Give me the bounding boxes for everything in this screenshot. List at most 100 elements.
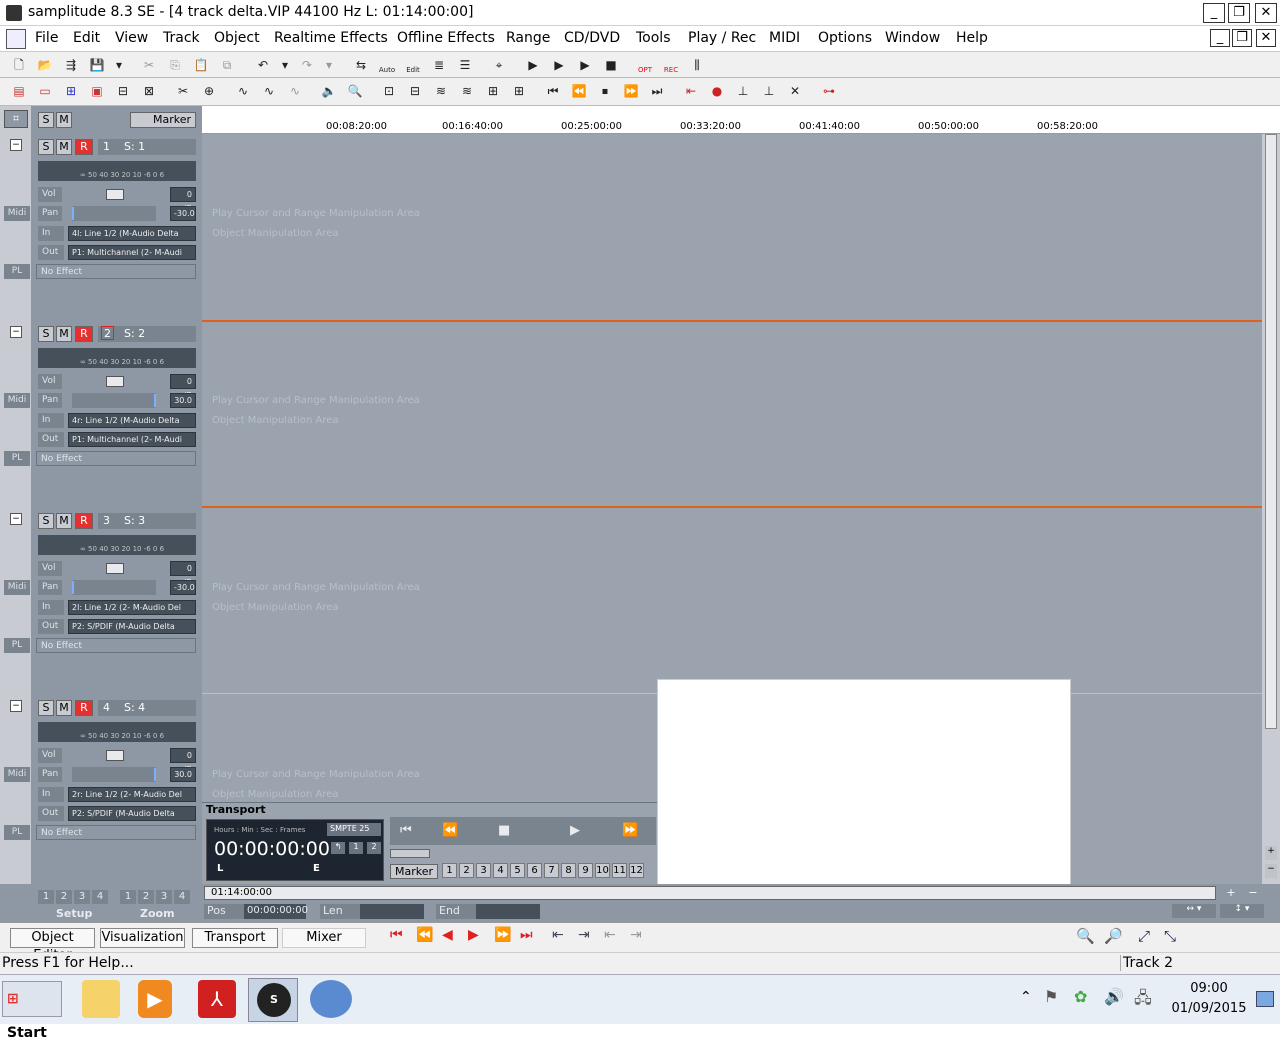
play-button-icon[interactable]: ▶	[570, 823, 580, 838]
tab-mixer[interactable]: Mixer	[282, 928, 366, 948]
track-view-icon[interactable]: ▤	[9, 81, 29, 101]
select-icon[interactable]: ▣	[87, 81, 107, 101]
global-mute-button[interactable]: M	[56, 112, 72, 128]
return-icon[interactable]: ↰	[331, 842, 345, 854]
show-hidden-icons-icon[interactable]: ⌃	[1020, 989, 1032, 1005]
setup-slot-button[interactable]: 1	[38, 890, 54, 904]
volume-icon[interactable]: 🔊	[1104, 987, 1124, 1006]
setup-slot-button[interactable]: 3	[74, 890, 90, 904]
output-select[interactable]: P1: Multichannel (2- M-Audi	[68, 245, 196, 260]
zoom-out-icon[interactable]: 🔍	[1076, 927, 1095, 945]
clock-date[interactable]: 01/09/2015	[1170, 1001, 1248, 1016]
marker-number-button[interactable]: 9	[578, 863, 593, 878]
loop-icon[interactable]: ⊶	[819, 81, 839, 101]
marker-1-icon[interactable]: ⇤	[681, 81, 701, 101]
record-arm-button[interactable]: R	[75, 326, 93, 342]
zoom-in-v-button[interactable]: +	[1265, 846, 1277, 860]
paste-special-icon[interactable]: ⧉	[217, 55, 237, 75]
volume-curve-icon[interactable]: ∿	[233, 81, 253, 101]
import-icon[interactable]: ⇶	[61, 55, 81, 75]
mixer-icon[interactable]: ⫼	[687, 55, 707, 75]
range-icon[interactable]: ▭	[35, 81, 55, 101]
zoom-out-h-button[interactable]: −	[1246, 886, 1260, 900]
rewind-icon[interactable]: ⏪	[442, 823, 458, 838]
vol-slider[interactable]	[72, 374, 156, 389]
marker-nav-1-icon[interactable]: ⇤	[552, 927, 564, 943]
menu-cd-dvd[interactable]: CD/DVD	[564, 30, 620, 46]
save-dropdown-icon[interactable]: ▾	[109, 55, 129, 75]
stop-icon[interactable]: ■	[601, 55, 621, 75]
time-mode-select[interactable]: SMPTE 25	[327, 823, 381, 836]
time-display[interactable]: Hours : Min : Sec : Frames SMPTE 25 00:0…	[206, 819, 384, 881]
rewind-start-icon[interactable]: ⏮	[400, 823, 412, 838]
marker-3-icon[interactable]: ⊥	[733, 81, 753, 101]
output-select[interactable]: P2: S/PDIF (M-Audio Delta	[68, 806, 196, 821]
zoom-tool-icon[interactable]: ⊕	[199, 81, 219, 101]
vol-value[interactable]: 0 dB	[170, 561, 196, 587]
midi-button[interactable]: Midi	[4, 206, 30, 221]
zoom-fit-icon[interactable]: ⤢	[1138, 927, 1150, 945]
menu-object[interactable]: Object	[214, 30, 260, 46]
cut-icon[interactable]: ✂	[139, 55, 159, 75]
zoom-in-h-button[interactable]: +	[1224, 886, 1238, 900]
track-name-field[interactable]: 3 S: 3	[98, 513, 196, 529]
goto-start-icon[interactable]: ⏮	[543, 81, 563, 101]
explorer-icon[interactable]	[82, 980, 120, 1018]
vol-slider[interactable]	[72, 187, 156, 202]
security-icon[interactable]: ✿	[1074, 987, 1087, 1006]
pan-slider[interactable]	[72, 206, 156, 221]
magnifier-icon[interactable]: 🔍	[345, 81, 365, 101]
maximize-button[interactable]: ❐	[1228, 3, 1250, 23]
solo-button[interactable]: S	[38, 139, 54, 155]
vertical-scrollbar[interactable]: + −	[1262, 134, 1280, 884]
minimize-button[interactable]: _	[1203, 3, 1225, 23]
marker-number-button[interactable]: 1	[442, 863, 457, 878]
grid-icon[interactable]: ⊟	[113, 81, 133, 101]
forward-red-icon[interactable]: ⏩	[494, 927, 511, 943]
record-arm-button[interactable]: R	[75, 513, 93, 529]
goto-prev-icon[interactable]: ⏪	[569, 81, 589, 101]
solo-button[interactable]: S	[38, 513, 54, 529]
midi-button[interactable]: Midi	[4, 580, 30, 595]
curve-3-icon[interactable]: ∿	[285, 81, 305, 101]
goto-end-icon[interactable]: ⏭	[647, 81, 667, 101]
doc-close-button[interactable]: ✕	[1256, 29, 1276, 47]
solo-button[interactable]: S	[38, 326, 54, 342]
zoom-out-v-button[interactable]: −	[1265, 864, 1277, 878]
input-select[interactable]: 2l: Line 1/2 (2- M-Audio Del	[68, 600, 196, 615]
pan-value[interactable]: 30.0	[170, 767, 196, 782]
pan-slider[interactable]	[72, 580, 156, 595]
midi-button[interactable]: Midi	[4, 393, 30, 408]
redo-dropdown-icon[interactable]: ▾	[319, 55, 339, 75]
menu-tools[interactable]: Tools	[636, 30, 671, 46]
record-arm-button[interactable]: R	[75, 700, 93, 716]
mute-button[interactable]: M	[56, 700, 72, 716]
marker-jump-button[interactable]: Marker	[390, 864, 438, 879]
tab-transport[interactable]: Transport	[192, 928, 278, 948]
time-ruler[interactable]: 00:08:20:00 00:16:40:00 00:25:00:00 00:3…	[202, 106, 1280, 134]
vol-value[interactable]: 0 dB	[170, 187, 196, 213]
doc-minimize-button[interactable]: _	[1210, 29, 1230, 47]
input-select[interactable]: 2r: Line 1/2 (2- M-Audio Del	[68, 787, 196, 802]
marker-number-button[interactable]: 11	[612, 863, 627, 878]
acrobat-icon[interactable]: ⅄	[198, 980, 236, 1018]
collapse-icon[interactable]: −	[10, 139, 22, 151]
marker-number-button[interactable]: 6	[527, 863, 542, 878]
vol-value[interactable]: 0 dB	[170, 374, 196, 400]
goto-next-icon[interactable]: ⏩	[621, 81, 641, 101]
len-value[interactable]	[360, 904, 424, 919]
mute-button[interactable]: M	[56, 139, 72, 155]
copy-icon[interactable]: ⎘	[165, 55, 185, 75]
zoom-slot-button[interactable]: 2	[138, 890, 154, 904]
menu-edit[interactable]: Edit	[73, 30, 100, 46]
menu-track[interactable]: Track	[163, 30, 200, 46]
record-icon[interactable]: REC	[661, 55, 681, 75]
pan-value[interactable]: -30.0	[170, 206, 196, 221]
zoom-slot-button[interactable]: 3	[156, 890, 172, 904]
effect-select[interactable]: No Effect	[36, 264, 196, 279]
menu-options[interactable]: Options	[818, 30, 872, 46]
marker-number-button[interactable]: 3	[476, 863, 491, 878]
cut-tool-icon[interactable]: ✂	[173, 81, 193, 101]
goto-start-red-icon[interactable]: ⏮	[390, 927, 403, 943]
snap-icon[interactable]: ⇆	[351, 55, 371, 75]
